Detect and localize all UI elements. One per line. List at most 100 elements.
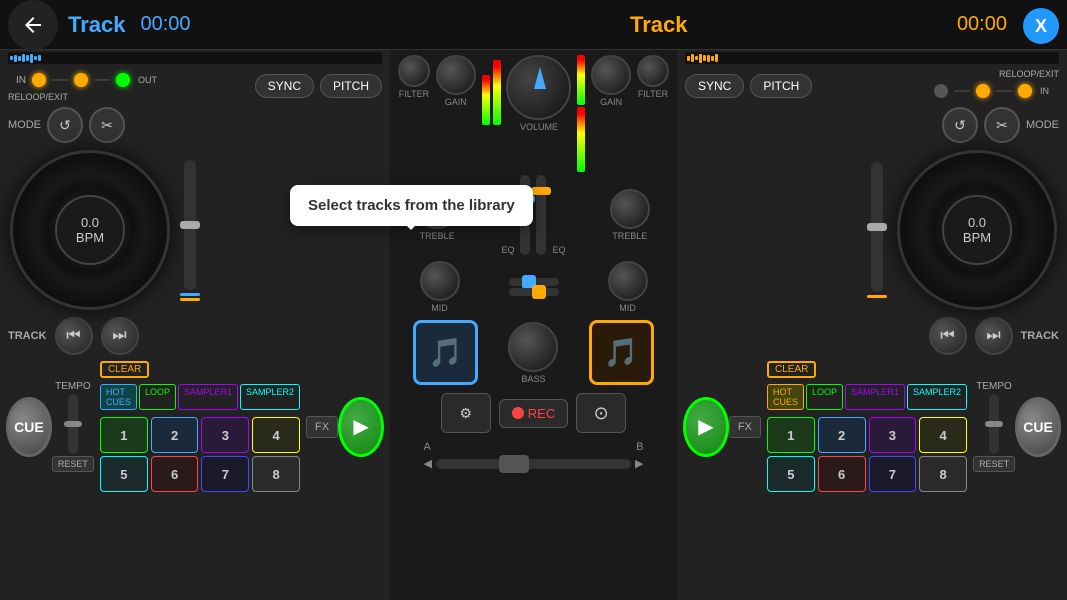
pad-3-right[interactable]: 3 <box>869 417 917 453</box>
right-turntable-inner: 0.0 BPM <box>942 195 1012 265</box>
pad-5-left[interactable]: 5 <box>100 456 148 492</box>
headphone-button[interactable]: ⊙ <box>576 393 626 433</box>
mode-btn-2-left[interactable]: ✂ <box>89 107 125 143</box>
cue-button-right[interactable]: CUE <box>1015 397 1061 457</box>
right-turntable[interactable]: 0.0 BPM <box>897 150 1057 310</box>
fx-button-left[interactable]: FX <box>306 416 338 438</box>
pad-1-right[interactable]: 1 <box>767 417 815 453</box>
fx-button-right[interactable]: FX <box>729 416 761 438</box>
track-next-right[interactable]: ⏭ <box>975 317 1013 355</box>
crossfader-handle <box>499 455 529 473</box>
pad-tab-hotcues-left[interactable]: HOT CUES <box>100 384 137 410</box>
wave-bar-r <box>699 54 702 63</box>
right-treble-knob[interactable] <box>610 189 650 229</box>
back-button[interactable] <box>8 0 58 50</box>
volume-knob[interactable] <box>506 55 571 120</box>
reset-button-left[interactable]: RESET <box>52 456 94 472</box>
pad-7-right[interactable]: 7 <box>869 456 917 492</box>
pad-2-right[interactable]: 2 <box>818 417 866 453</box>
crossfader-track[interactable] <box>436 459 631 469</box>
right-pitch-slider[interactable] <box>871 162 883 292</box>
left-tempo-slider[interactable] <box>68 394 78 454</box>
right-gain-knob-section: GAIN <box>591 55 631 172</box>
play-button-right[interactable]: ▶ <box>683 397 729 457</box>
right-fader-track[interactable] <box>536 175 546 255</box>
mode-btn-2-right[interactable]: ✂ <box>984 107 1020 143</box>
vu-bar-3 <box>577 55 585 105</box>
left-pad-tabs: HOT CUES LOOP SAMPLER1 SAMPLER2 <box>100 384 300 410</box>
track-next-left[interactable]: ⏭ <box>101 317 139 355</box>
pad-tab-sampler2-right[interactable]: SAMPLER2 <box>907 384 967 410</box>
add-music-right-button[interactable]: 🎵 <box>589 320 654 385</box>
right-tempo-col: TEMPO RESET <box>973 381 1015 472</box>
pad-6-right[interactable]: 6 <box>818 456 866 492</box>
bass-knob[interactable] <box>508 322 558 372</box>
sync-button-right[interactable]: SYNC <box>685 74 744 98</box>
small-horiz-fader-2[interactable] <box>509 288 559 296</box>
in-label: IN <box>16 75 26 86</box>
play-button-left[interactable]: ▶ <box>338 397 384 457</box>
left-mid-knob[interactable] <box>420 261 460 301</box>
pad-2-left[interactable]: 2 <box>151 417 199 453</box>
left-mode-row: MODE ↺ ✂ <box>0 105 390 145</box>
reset-button-right[interactable]: RESET <box>973 456 1015 472</box>
pad-tab-sampler2-left[interactable]: SAMPLER2 <box>240 384 300 410</box>
pad-tab-hotcues-right[interactable]: HOT CUES <box>767 384 804 410</box>
led-out-right <box>976 84 990 98</box>
clear-button-left[interactable]: CLEAR <box>100 361 149 378</box>
wave-bar-r <box>707 55 710 62</box>
mode-btn-1-right[interactable]: ↺ <box>942 107 978 143</box>
sync-button-left[interactable]: SYNC <box>255 74 314 98</box>
pad-tab-sampler1-right[interactable]: SAMPLER1 <box>845 384 905 410</box>
left-turntable[interactable]: 0.0 BPM <box>10 150 170 310</box>
separator-r: — <box>996 82 1012 100</box>
right-bottom-buttons: CUE TEMPO RESET CLEAR HOT CUES LOOP SAMP… <box>677 357 1067 496</box>
left-filter-section: FILTER <box>398 55 430 172</box>
right-gain-knob[interactable] <box>591 55 631 95</box>
track-prev-left[interactable]: ⏮ <box>55 317 93 355</box>
separator-r: — <box>954 82 970 100</box>
rec-button[interactable]: REC <box>499 399 568 428</box>
mode-label-left: MODE <box>8 119 41 131</box>
right-tempo-slider[interactable] <box>989 394 999 454</box>
left-tempo-handle <box>64 421 82 427</box>
left-pitch-slider[interactable] <box>184 160 196 290</box>
wave-bar-r <box>703 55 706 61</box>
pad-8-right[interactable]: 8 <box>919 456 967 492</box>
pad-4-left[interactable]: 4 <box>252 417 300 453</box>
close-button[interactable]: X <box>1023 8 1059 44</box>
mixer-eq-button[interactable]: ⚙ <box>441 393 491 433</box>
mixer: FILTER GAIN VOLUME <box>390 50 677 600</box>
pitch-button-right[interactable]: PITCH <box>750 74 812 98</box>
pad-5-right[interactable]: 5 <box>767 456 815 492</box>
pitch-button-left[interactable]: PITCH <box>320 74 382 98</box>
pad-4-right[interactable]: 4 <box>919 417 967 453</box>
right-filter-label: FILTER <box>638 89 668 99</box>
pad-tab-loop-left[interactable]: LOOP <box>139 384 176 410</box>
left-gain-knob[interactable] <box>436 55 476 95</box>
left-deck: IN — — OUT RELOOP/EXIT SYNC PITCH MODE ↺… <box>0 50 390 600</box>
left-clear-row: CLEAR <box>100 361 300 378</box>
pad-3-left[interactable]: 3 <box>201 417 249 453</box>
pad-tab-sampler1-left[interactable]: SAMPLER1 <box>178 384 238 410</box>
right-filter-knob[interactable] <box>637 55 669 87</box>
time-left: 00:00 <box>141 13 191 36</box>
wave-bar <box>22 54 25 62</box>
tooltip-text: Select tracks from the library <box>308 197 515 214</box>
pad-tab-loop-right[interactable]: LOOP <box>806 384 843 410</box>
left-filter-knob[interactable] <box>398 55 430 87</box>
clear-button-right[interactable]: CLEAR <box>767 361 816 378</box>
left-bpm-value: 0.0 <box>76 215 104 230</box>
top-bar: Track 00:00 Track 00:00 X <box>0 0 1067 50</box>
mode-btn-1-left[interactable]: ↺ <box>47 107 83 143</box>
pad-7-left[interactable]: 7 <box>201 456 249 492</box>
track-prev-right[interactable]: ⏮ <box>929 317 967 355</box>
pad-8-left[interactable]: 8 <box>252 456 300 492</box>
add-music-left-button[interactable]: 🎵 <box>413 320 478 385</box>
pad-1-left[interactable]: 1 <box>100 417 148 453</box>
led-cue-left <box>116 73 130 87</box>
cue-button-left[interactable]: CUE <box>6 397 52 457</box>
pad-6-left[interactable]: 6 <box>151 456 199 492</box>
right-mid-knob[interactable] <box>608 261 648 301</box>
left-pitch-handle <box>180 221 200 229</box>
